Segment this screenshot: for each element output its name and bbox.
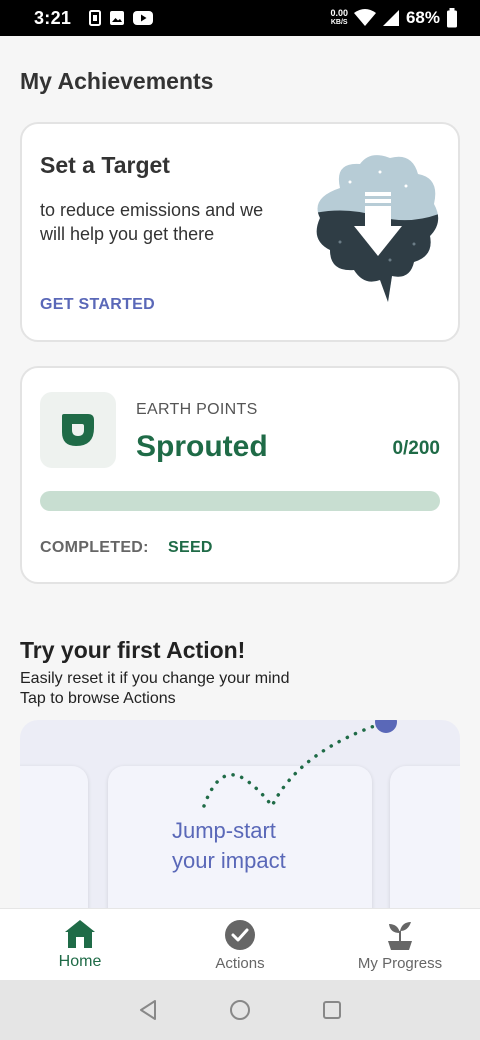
page-title: My Achievements [20,68,214,94]
get-started-button[interactable]: GET STARTED [40,296,155,314]
action-card-jump-start[interactable]: Jump-start your impact [108,766,372,910]
leaf-icon [62,414,94,446]
sprout-icon [388,922,412,950]
actions-carousel[interactable]: Jump-start your impact [20,720,460,910]
action-card-text: Jump-start your impact [172,816,286,876]
home-circle-icon[interactable] [229,999,251,1021]
nav-my-progress-label: My Progress [357,955,443,972]
action-card-text-line1: Jump-start [172,818,276,843]
level-badge [40,392,116,468]
status-bar: 3:21 0.00 KB/S 68% [0,0,480,36]
network-speed: 0.00 KB/S [330,9,348,27]
action-section-subtitle-2: Tap to browse Actions [20,690,176,707]
emission-cloud-illustration [316,155,439,302]
action-section-subtitle-1: Easily reset it if you change your mind [20,670,290,687]
back-icon[interactable] [137,999,159,1021]
status-right: 0.00 KB/S 68% [330,8,458,28]
nav-my-progress[interactable]: My Progress [320,909,480,980]
earth-points-label: EARTH POINTS [136,401,258,418]
home-icon [65,920,95,948]
earth-points-card[interactable]: EARTH POINTS Sprouted 0/200 COMPLETED: S… [20,366,460,584]
bottom-navigation: Home Actions My Progress [0,908,480,980]
nav-actions-label: Actions [215,955,265,972]
recents-icon[interactable] [321,999,343,1021]
youtube-icon [133,11,154,25]
system-navigation-bar [0,980,480,1040]
net-speed-value: 0.00 [330,8,348,18]
points-progress-bar [40,491,440,511]
image-icon [110,11,125,25]
trail-end-dot [375,720,397,733]
completed-label: COMPLETED: [40,539,149,556]
action-card-previous[interactable] [20,766,88,910]
check-circle-icon [225,920,255,950]
signal-icon [382,10,399,26]
nav-home[interactable]: Home [0,909,160,980]
completed-value: SEED [168,539,213,556]
nav-actions[interactable]: Actions [160,909,320,980]
target-card-description: to reduce emissions and we will help you… [40,200,264,244]
set-target-card[interactable]: Set a Target to reduce emissions and we … [20,122,460,342]
nav-home-label: Home [58,953,102,970]
wifi-icon [353,9,376,26]
status-time: 3:21 [34,7,72,28]
net-speed-unit: KB/S [330,19,348,26]
action-section-title: Try your first Action! [20,637,246,663]
battery-percent: 68% [405,8,440,27]
sim-card-icon [89,10,102,26]
points-count: 0/200 [392,438,440,459]
target-card-title: Set a Target [40,152,170,178]
action-card-text-line2: your impact [172,848,286,873]
action-card-next[interactable] [390,766,460,910]
battery-icon [447,8,457,28]
points-level: Sprouted [136,430,268,463]
notification-icons [89,10,154,26]
